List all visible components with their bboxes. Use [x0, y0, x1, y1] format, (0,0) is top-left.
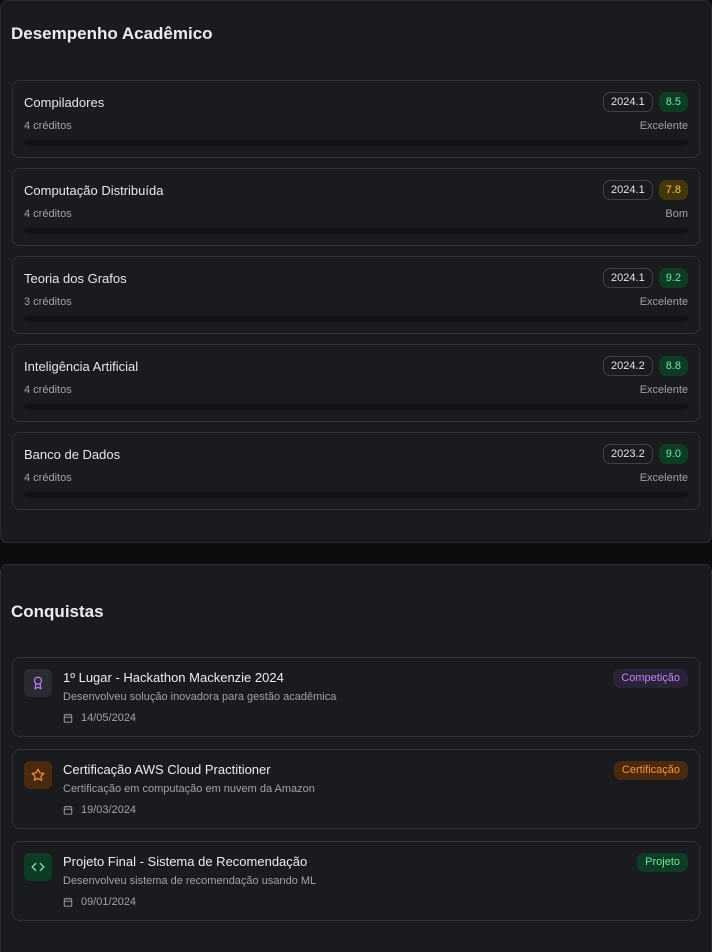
grade-badge: 9.0 — [658, 444, 688, 464]
course-status: Excelente — [639, 384, 688, 396]
achievement-description: Desenvolveu sistema de recomendação usan… — [63, 875, 317, 887]
achievement-card[interactable]: 1º Lugar - Hackathon Mackenzie 2024 Dese… — [12, 657, 700, 737]
course-card[interactable]: Teoria dos Grafos 2024.1 9.2 3 créditos … — [12, 256, 700, 334]
category-badge: Competição — [613, 669, 688, 688]
award-icon — [24, 669, 52, 697]
achievement-date: 09/01/2024 — [63, 896, 136, 908]
term-badge: 2024.1 — [603, 268, 653, 288]
course-name: Inteligência Artificial — [24, 359, 139, 374]
course-card[interactable]: Computação Distribuída 2024.1 7.8 4 créd… — [12, 168, 700, 246]
progress-bar — [24, 316, 688, 322]
achievement-description: Certificação em computação em nuvem da A… — [63, 783, 315, 795]
course-name: Banco de Dados — [24, 447, 121, 462]
term-badge: 2024.2 — [603, 356, 653, 376]
course-credits: 4 créditos — [24, 208, 72, 220]
course-name: Compiladores — [24, 95, 105, 110]
progress-bar — [24, 492, 688, 498]
course-card[interactable]: Inteligência Artificial 2024.2 8.8 4 cré… — [12, 344, 700, 422]
category-badge: Certificação — [613, 761, 688, 780]
term-badge: 2024.1 — [603, 92, 653, 112]
achievement-title: 1º Lugar - Hackathon Mackenzie 2024 — [63, 670, 284, 685]
achievement-date-text: 09/01/2024 — [81, 896, 137, 908]
achievements-panel: Conquistas 1º Lugar - Hackathon Mackenzi… — [0, 564, 712, 952]
academic-performance-panel: Desempenho Acadêmico Compiladores 2024.1… — [0, 0, 712, 543]
achievement-card[interactable]: Certificação AWS Cloud Practitioner Cert… — [12, 749, 700, 829]
course-card[interactable]: Compiladores 2024.1 8.5 4 créditos Excel… — [12, 80, 700, 158]
achievement-date: 19/03/2024 — [63, 804, 136, 816]
calendar-icon — [63, 713, 73, 723]
course-credits: 4 créditos — [24, 120, 72, 132]
achievement-description: Desenvolveu solução inovadora para gestã… — [63, 691, 337, 703]
grade-badge: 8.8 — [658, 356, 688, 376]
achievement-date-text: 19/03/2024 — [81, 804, 137, 816]
category-badge: Projeto — [637, 853, 688, 872]
achievement-card[interactable]: Projeto Final - Sistema de Recomendação … — [12, 841, 700, 921]
course-credits: 4 créditos — [24, 384, 72, 396]
star-icon — [24, 761, 52, 789]
calendar-icon — [63, 805, 73, 815]
grade-badge: 8.5 — [658, 92, 688, 112]
course-status: Excelente — [639, 120, 688, 132]
grade-badge: 7.8 — [658, 180, 688, 200]
progress-bar — [24, 140, 688, 146]
course-status: Excelente — [639, 296, 688, 308]
achievement-date-text: 14/05/2024 — [81, 712, 137, 724]
course-status: Bom — [665, 208, 688, 220]
achievement-title: Projeto Final - Sistema de Recomendação — [63, 854, 308, 869]
achievement-date: 14/05/2024 — [63, 712, 136, 724]
grade-badge: 9.2 — [658, 268, 688, 288]
panel-title: Desempenho Acadêmico — [11, 24, 213, 43]
course-status: Excelente — [639, 472, 688, 484]
course-card[interactable]: Banco de Dados 2023.2 9.0 4 créditos Exc… — [12, 432, 700, 510]
course-credits: 4 créditos — [24, 472, 72, 484]
progress-bar — [24, 404, 688, 410]
course-name: Teoria dos Grafos — [24, 271, 127, 286]
code-icon — [24, 853, 52, 881]
progress-bar — [24, 228, 688, 234]
term-badge: 2024.1 — [603, 180, 653, 200]
term-badge: 2023.2 — [603, 444, 653, 464]
panel-title: Conquistas — [11, 602, 104, 621]
course-name: Computação Distribuída — [24, 183, 164, 198]
achievement-title: Certificação AWS Cloud Practitioner — [63, 762, 271, 777]
course-credits: 3 créditos — [24, 296, 72, 308]
calendar-icon — [63, 897, 73, 907]
